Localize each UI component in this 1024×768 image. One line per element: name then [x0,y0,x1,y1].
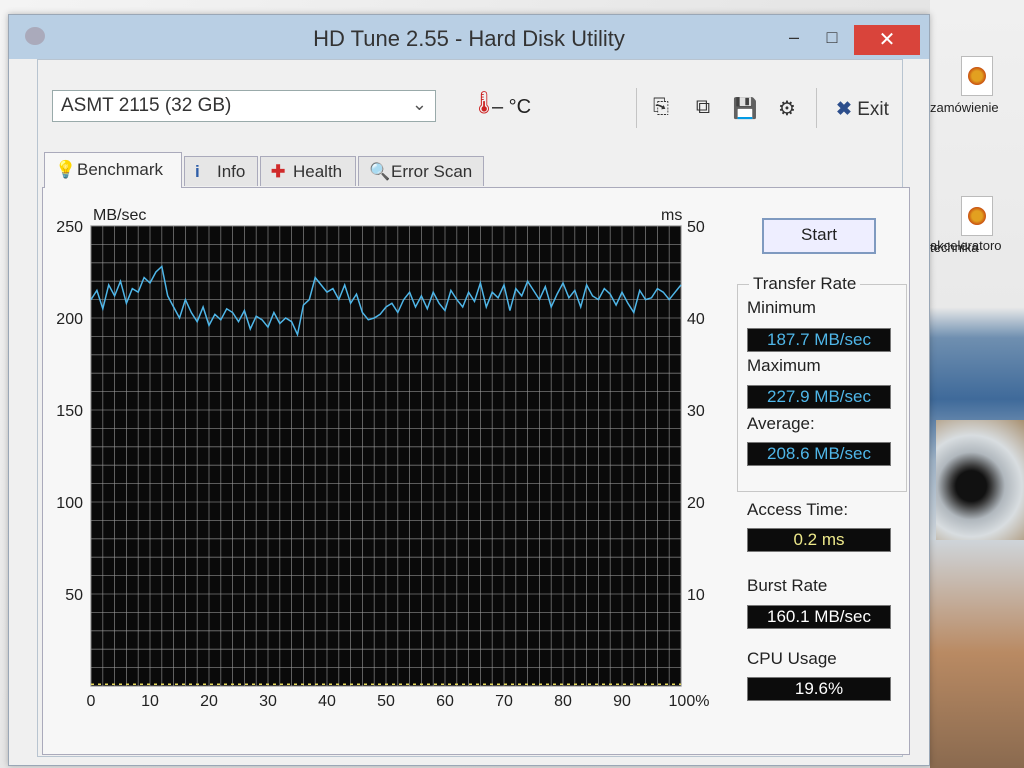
x-tick-label: 10 [141,693,159,710]
tab-error-scan[interactable]: 🔍 Error Scan [358,156,484,186]
desktop-icon-label: akceleratoro [930,238,1002,253]
average-label: Average: [747,414,815,433]
document-icon [961,196,993,236]
maximum-value: 227.9 MB/sec [747,385,891,409]
x-tick-label: 70 [495,693,513,710]
desktop-icon-label: zamówienie [930,100,999,115]
y-tick-label: 100 [56,495,83,512]
x-tick-label: 60 [436,693,454,710]
title-bar[interactable]: HD Tune 2.55 - Hard Disk Utility – □ ✕ [9,15,929,59]
toolbar-separator [636,88,637,128]
exit-button[interactable]: ✖ Exit [836,98,889,121]
x-tick-label: 90 [613,693,631,710]
hdtune-window: HD Tune 2.55 - Hard Disk Utility – □ ✕ A… [8,14,930,766]
document-icon [961,56,993,96]
minimum-label: Minimum [747,298,816,317]
y-axis-label: MB/sec [93,207,146,224]
start-button[interactable]: Start [762,218,876,254]
burst-rate-label: Burst Rate [747,576,828,595]
toolbar-separator [816,88,817,128]
wallpaper-photo [936,420,1024,540]
y2-tick-label: 40 [687,311,705,328]
tab-health[interactable]: ✚ Health [260,156,356,186]
y2-tick-label: 30 [687,403,705,420]
health-cross-icon: ✚ [271,162,286,181]
tab-info[interactable]: i Info [184,156,258,186]
x-tick-label: 20 [200,693,218,710]
tab-label: Info [217,162,246,181]
minimize-button[interactable]: – [779,27,809,53]
y2-tick-label: 20 [687,495,705,512]
copy-all-icon[interactable]: ⧉ [690,96,716,122]
x-tick-label: 80 [554,693,572,710]
y-tick-label: 50 [65,587,83,604]
save-icon[interactable]: 💾 [732,96,758,122]
transfer-rate-title: Transfer Rate [749,274,861,294]
drive-select-value: ASMT 2115 (32 GB) [61,95,232,116]
y-tick-label: 150 [56,403,83,420]
y-tick-label: 200 [56,311,83,328]
chevron-down-icon[interactable]: ⌄ [412,94,427,115]
access-time-value: 0.2 ms [747,528,891,552]
access-time-label: Access Time: [747,500,849,519]
average-value: 208.6 MB/sec [747,442,891,466]
desktop-icon-zamowienie[interactable]: zamówienie [930,56,1024,115]
benchmark-chart: MB/sec ms2502001501005050403020100 10 20 30 4… [56,207,710,710]
x-tick-label: 100% [669,693,710,710]
exit-icon: ✖ [836,99,852,120]
tab-label: Benchmark [77,160,163,179]
lightbulb-icon: 💡 [55,160,77,179]
y2-axis-label: ms [661,207,682,224]
x-tick-label: 0 [87,693,96,710]
tab-label: Health [293,162,343,181]
magnifier-icon: 🔍 [369,162,391,181]
x-tick-label: 30 [259,693,277,710]
close-button[interactable]: ✕ [854,25,920,55]
minimum-value: 187.7 MB/sec [747,328,891,352]
cpu-usage-value: 19.6% [747,677,891,701]
desktop-icon-technika[interactable]: technika akceleratoro [930,196,1024,255]
copy-icon[interactable]: ⎘ [648,96,674,122]
client-area: ASMT 2115 (32 GB) ⌄ 🌡 – °C ⎘ ⧉ 💾 ⚙ ✖ Exi… [37,59,910,757]
info-icon: i [195,162,200,181]
temperature-readout: – °C [492,96,532,118]
benchmark-panel: MB/sec ms 250 200 150 100 50 50 40 30 20 10 0 10 20 30 4… [42,187,910,755]
maximize-button[interactable]: □ [817,27,847,53]
options-icon[interactable]: ⚙ [774,96,800,122]
desktop-background [930,0,1024,768]
drive-select[interactable]: ASMT 2115 (32 GB) ⌄ [52,90,436,122]
y2-tick-label: 10 [687,587,705,604]
burst-rate-value: 160.1 MB/sec [747,605,891,629]
x-tick-label: 50 [377,693,395,710]
exit-label: Exit [857,99,889,120]
x-tick-label: 40 [318,693,336,710]
maximum-label: Maximum [747,356,821,375]
tab-label: Error Scan [391,162,473,181]
tab-benchmark[interactable]: 💡 Benchmark [44,152,182,188]
y-tick-label: 250 [56,219,83,236]
y2-tick-label: 50 [687,219,705,236]
cpu-usage-label: CPU Usage [747,649,837,668]
